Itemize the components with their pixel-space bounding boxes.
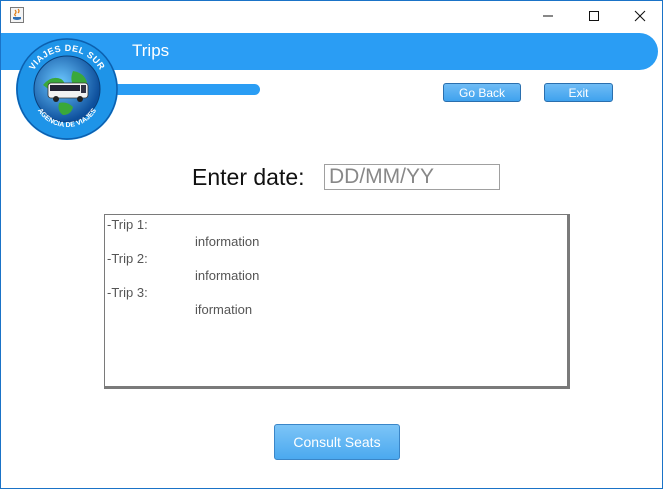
minimize-icon[interactable] <box>525 1 571 31</box>
java-app-icon <box>10 7 24 23</box>
trip-3-label: -Trip 3: <box>107 285 148 300</box>
agency-logo: VIAJES DEL SUR AGENCIA DE VIAJES <box>15 37 119 141</box>
maximize-icon[interactable] <box>571 1 617 31</box>
trip-1-info: information <box>195 234 260 249</box>
trip-2-label: -Trip 2: <box>107 251 148 266</box>
trip-2-info: information <box>195 268 260 283</box>
app-window: Trips VIAJES DEL SUR AGENCIA DE VIAJES G… <box>0 0 663 489</box>
title-bar[interactable] <box>1 1 662 31</box>
date-label: Enter date: <box>192 164 305 190</box>
trips-text-area[interactable]: -Trip 1: information -Trip 2: informatio… <box>104 214 570 389</box>
header-accent-bar <box>113 84 260 95</box>
consult-seats-button[interactable]: Consult Seats <box>274 424 400 460</box>
close-icon[interactable] <box>617 1 662 31</box>
go-back-button[interactable]: Go Back <box>443 83 521 102</box>
trip-1-label: -Trip 1: <box>107 217 148 232</box>
trip-3-info: iformation <box>195 302 253 317</box>
page-title: Trips <box>132 41 170 60</box>
date-input[interactable] <box>324 164 500 190</box>
exit-button[interactable]: Exit <box>544 83 613 102</box>
